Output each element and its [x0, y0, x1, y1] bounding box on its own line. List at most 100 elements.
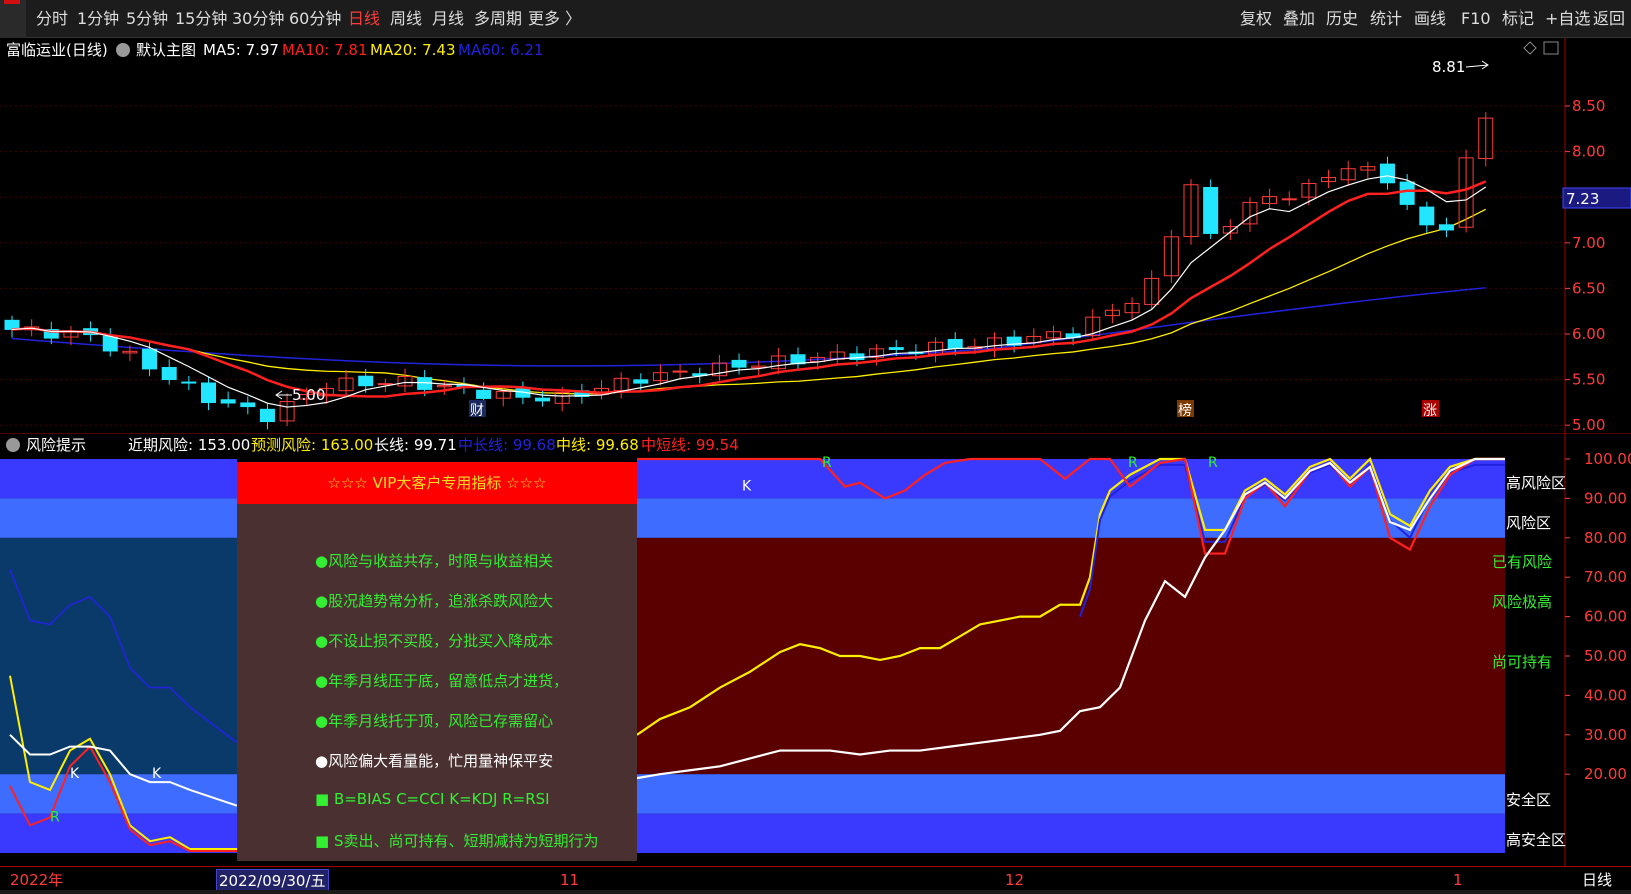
mark-button[interactable]: 标记 — [1502, 0, 1534, 38]
predicted-risk-value: 预测风险: 163.00 — [251, 436, 374, 454]
left-dark-area — [0, 537, 237, 775]
vip-line-6: ●风险偏大看量能，忙用量神保平安 — [315, 752, 554, 770]
tab-minute[interactable]: 分时 — [36, 0, 68, 38]
ma60-polyline — [11, 287, 1486, 367]
add-watchlist-button[interactable]: +自选 — [1545, 0, 1590, 38]
price-grid — [0, 105, 1565, 426]
risk-tick-label: 70.00 — [1584, 568, 1627, 586]
risk-tick-label: 60.00 — [1584, 608, 1627, 626]
ma10-polyline — [11, 180, 1487, 398]
zone-safe: 安全区 — [1506, 791, 1552, 809]
candle-down — [633, 379, 649, 384]
status-strip — [0, 890, 1631, 894]
marker-k: K — [152, 766, 162, 782]
tab-week[interactable]: 周线 — [390, 0, 422, 38]
risk-band — [0, 498, 237, 538]
candle-down — [220, 399, 236, 404]
stock-title: 富临运业(日线) — [6, 41, 108, 59]
ma60-value: MA60: 6.21 — [458, 41, 544, 59]
tab-1min[interactable]: 1分钟 — [77, 0, 119, 38]
tab-15min[interactable]: 15分钟 — [175, 0, 227, 38]
low-arrow-icon — [275, 390, 292, 400]
event-label-cai: 财 — [470, 403, 484, 419]
history-button[interactable]: 历史 — [1326, 0, 1358, 38]
indicator-name[interactable]: 风险提示 — [26, 433, 86, 457]
candle-down — [1380, 163, 1395, 184]
risk-tick-label: 30.00 — [1584, 726, 1627, 744]
candle-down — [888, 347, 904, 350]
risk-tick-label: 50.00 — [1584, 647, 1627, 665]
price-chart[interactable]: 8.508.007.507.006.506.005.505.00 7.23 8.… — [0, 38, 1631, 433]
main-chart-header: 富临运业(日线) 默认主图 MA5: 7.97 MA10: 7.81 MA20:… — [0, 38, 1560, 62]
marker-k: K — [742, 479, 752, 495]
risk-red-zone — [637, 537, 1505, 775]
candle-down — [240, 402, 256, 408]
zone-holdable: 尚可持有 — [1492, 653, 1553, 671]
back-button[interactable]: 返回 — [1593, 0, 1625, 38]
candle-down — [535, 397, 551, 402]
risk-tick-label: 20.00 — [1584, 765, 1627, 783]
candle-down — [201, 382, 216, 403]
candle-up — [377, 383, 393, 386]
ma5-polyline — [11, 175, 1487, 408]
ma5-line — [11, 175, 1487, 408]
candle-down — [1399, 181, 1415, 205]
candle-down — [731, 359, 747, 368]
tab-60min[interactable]: 60分钟 — [289, 0, 341, 38]
candle-down — [161, 367, 177, 381]
marker-r: R — [822, 455, 832, 471]
price-tick-label: 6.50 — [1572, 279, 1605, 297]
draw-line-button[interactable]: 画线 — [1414, 0, 1446, 38]
overlay-button[interactable]: 叠加 — [1283, 0, 1315, 38]
indicator-selector[interactable] — [6, 433, 20, 457]
price-tick-label: 6.00 — [1572, 325, 1605, 343]
candle-down — [476, 389, 492, 399]
price-tick-label: 8.00 — [1572, 143, 1605, 161]
risk-tick-label: 40.00 — [1584, 686, 1627, 704]
gear-icon — [6, 438, 20, 452]
toolbar-corner[interactable] — [0, 0, 26, 38]
tab-day[interactable]: 日线 — [348, 0, 380, 38]
gear-icon — [116, 43, 130, 57]
tab-multi-period[interactable]: 多周期 — [474, 0, 522, 38]
f10-button[interactable]: F10 — [1461, 0, 1491, 38]
mid-line-value: 中线: 99.68 — [556, 436, 639, 454]
marker-r: R — [1208, 455, 1218, 471]
risk-tick-label: 90.00 — [1584, 489, 1627, 507]
ma5-value: MA5: 7.97 — [203, 41, 279, 59]
event-label-zhang: 涨 — [1423, 403, 1437, 419]
candle-down — [1419, 206, 1435, 226]
mid-short-line-value: 中短线: 99.54 — [641, 436, 739, 454]
zone-very-high: 风险极高 — [1492, 593, 1553, 611]
zone-high-risk: 高风险区 — [1506, 474, 1567, 492]
tab-month[interactable]: 月线 — [432, 0, 464, 38]
ma60-line — [11, 287, 1486, 367]
vip-line-4: ●年季月线压于底，留意低点才进货， — [315, 672, 569, 690]
toolbar-separator — [1520, 9, 1521, 29]
vip-line-3: ●不设止损不买股，分批买入降成本 — [315, 632, 554, 650]
candle-down — [1438, 224, 1454, 231]
risk-band — [637, 498, 1505, 538]
tab-5min[interactable]: 5分钟 — [126, 0, 168, 38]
restore-button[interactable]: 复权 — [1240, 0, 1272, 38]
mid-long-line-value: 中长线: 99.68 — [458, 436, 556, 454]
ma10-line — [11, 180, 1487, 398]
candle-down — [142, 348, 158, 370]
high-safe-band — [637, 813, 1505, 853]
marker-r: R — [50, 809, 60, 825]
candle-down — [181, 381, 197, 384]
risk-axis-ticks: 100.00 90.00 80.00 70.00 60.00 50.00 40.00 30.0… — [1565, 450, 1631, 783]
zone-high-safe: 高安全区 — [1506, 831, 1567, 849]
current-price-label: 7.23 — [1566, 190, 1599, 208]
template-name[interactable]: 默认主图 — [136, 38, 196, 62]
sub-chart-header: 风险提示 近期风险: 153.00 预测风险: 163.00 长线: 99.71… — [0, 433, 1560, 457]
tab-more[interactable]: 更多 〉 — [528, 0, 581, 38]
template-selector[interactable] — [116, 38, 130, 62]
tab-30min[interactable]: 30分钟 — [232, 0, 284, 38]
risk-zones — [0, 459, 1505, 853]
corner-red-mark — [4, 0, 20, 4]
candle-down — [947, 339, 963, 349]
price-tick-label: 5.00 — [1572, 416, 1605, 433]
marker-r: R — [1128, 455, 1138, 471]
stats-button[interactable]: 统计 — [1370, 0, 1402, 38]
